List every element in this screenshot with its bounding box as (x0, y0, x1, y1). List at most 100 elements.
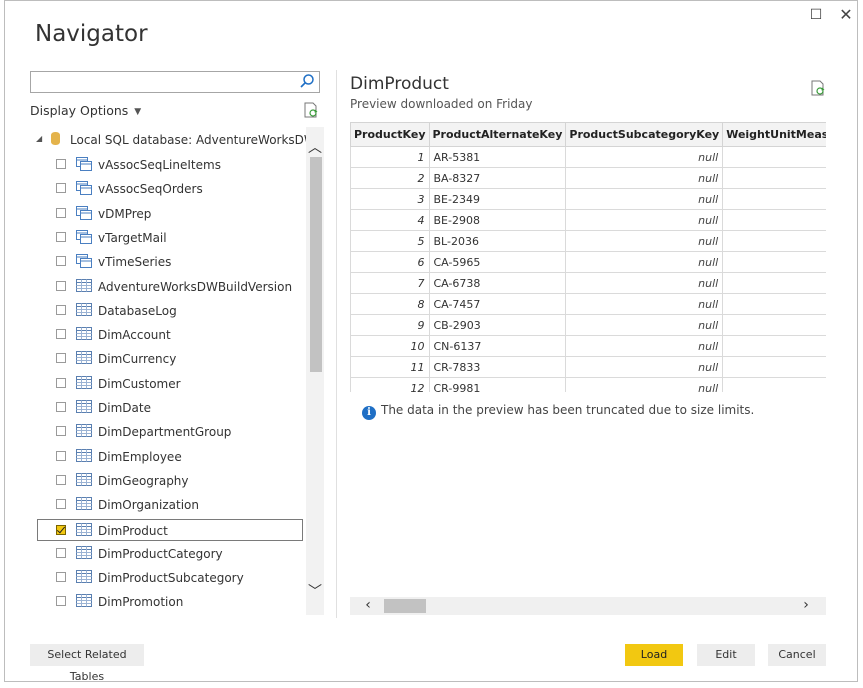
checkbox[interactable] (56, 524, 66, 535)
tree-item[interactable]: vTimeSeries (38, 251, 306, 273)
search-field[interactable] (34, 74, 298, 92)
tree-item-label: vTimeSeries (98, 255, 172, 270)
cancel-button[interactable]: Cancel (768, 644, 826, 666)
preview-hscrollbar[interactable]: ‹ › (350, 597, 826, 615)
preview-table: ProductKey ProductAlternateKey ProductSubc… (350, 122, 826, 392)
table-cell (722, 293, 826, 315)
table-row: 12 CR-9981 null (350, 377, 826, 392)
table-row: 10 CN-6137 null (350, 335, 826, 357)
preview-subtitle: Preview downloaded on Friday (350, 97, 533, 111)
scroll-right-icon[interactable]: › (798, 597, 814, 613)
scroll-up-icon[interactable]: ︿ (306, 137, 324, 157)
scroll-down-icon[interactable]: ﹀ (306, 581, 324, 601)
checkbox[interactable] (56, 353, 66, 364)
checkbox[interactable] (56, 256, 66, 267)
checkbox[interactable] (56, 450, 66, 461)
checkbox[interactable] (56, 402, 66, 412)
table-cell: CB-2903 (428, 314, 567, 336)
tree-item[interactable]: AdventureWorksDWBuildVersion (38, 276, 306, 298)
tree-item-label: DimGeography (98, 473, 189, 488)
tree-item[interactable]: DimOrganization (38, 494, 306, 516)
tree-item[interactable]: DimProduct (37, 518, 303, 541)
maximize-icon[interactable]: ☐ (805, 7, 827, 23)
checkbox[interactable] (56, 329, 66, 340)
table-icon (76, 351, 92, 365)
tree-item[interactable]: vTargetMail (38, 227, 306, 249)
collapse-arrow-icon[interactable]: ◢ (36, 134, 42, 143)
checkbox[interactable] (56, 547, 66, 558)
column-header[interactable]: ProductSubcategoryKey (565, 122, 724, 147)
checkbox[interactable] (56, 426, 66, 437)
tree-item[interactable]: DimAccount (38, 324, 306, 346)
load-button[interactable]: Load (625, 644, 683, 666)
display-options-dropdown[interactable]: Display Options ▼ (30, 103, 141, 118)
table-cell: CR-7833 (428, 356, 567, 378)
refresh-icon[interactable] (304, 102, 318, 118)
view-icon (76, 254, 92, 269)
table-row: 6 CA-5965 null (350, 251, 826, 273)
table-row: 3 BE-2349 null (350, 188, 826, 210)
tree-item[interactable]: vAssocSeqLineItems (38, 154, 306, 176)
checkbox[interactable] (56, 304, 66, 315)
close-icon[interactable]: ✕ (835, 5, 857, 24)
notice-text: The data in the preview has been truncat… (381, 403, 755, 417)
scrollbar-thumb[interactable] (310, 157, 322, 372)
tree-item[interactable]: DimDate (38, 397, 306, 419)
tree-item[interactable]: vAssocSeqOrders (38, 178, 306, 200)
tree-item[interactable]: DimProductCategory (38, 543, 306, 565)
table-cell: BA-8327 (428, 167, 567, 189)
checkbox[interactable] (56, 280, 66, 291)
tree-item[interactable]: DatabaseLog (38, 300, 306, 322)
table-icon (76, 522, 92, 537)
scroll-left-icon[interactable]: ‹ (360, 597, 376, 613)
table-cell: BE-2349 (428, 188, 567, 210)
tree-item[interactable]: DimDepartmentGroup (38, 421, 306, 443)
checkbox[interactable] (56, 499, 66, 510)
search-icon[interactable] (299, 73, 315, 89)
tree-item[interactable]: DimCurrency (38, 348, 306, 370)
tree-item[interactable]: DimPromotion (38, 591, 306, 613)
tree-scrollbar[interactable]: ︿ ﹀ (306, 127, 324, 615)
column-header[interactable]: ProductAlternateKey (428, 122, 567, 147)
tree-item-label: DimAccount (98, 328, 171, 343)
view-icon (76, 205, 92, 220)
tree-item[interactable]: DimProductSubcategory (38, 567, 306, 589)
checkbox[interactable] (56, 596, 66, 607)
pane-divider (336, 70, 337, 618)
checkbox[interactable] (56, 572, 66, 583)
table-cell: 1 (350, 146, 430, 168)
edit-button[interactable]: Edit (697, 644, 755, 666)
checkbox[interactable] (56, 183, 66, 194)
tree-item-label: DimDate (98, 401, 151, 415)
table-cell: null (565, 335, 724, 357)
column-header[interactable]: ProductKey (350, 122, 430, 147)
checkbox[interactable] (56, 159, 66, 169)
table-icon (76, 545, 92, 560)
tree-item-label: DimProduct (98, 523, 168, 538)
table-cell: 5 (350, 230, 430, 252)
column-header[interactable]: WeightUnitMeasureCo (722, 122, 826, 147)
hscrollbar-thumb[interactable] (384, 599, 426, 613)
tree-item[interactable]: DimGeography (38, 470, 306, 492)
table-cell: null (565, 293, 724, 315)
tree-item[interactable]: DimEmployee (38, 446, 306, 468)
select-related-tables-button[interactable]: Select Related Tables (30, 644, 144, 683)
tree-item-label: DimOrganization (98, 498, 199, 513)
refresh-preview-icon[interactable] (811, 80, 825, 96)
checkbox[interactable] (56, 474, 66, 485)
table-cell (722, 251, 826, 273)
table-cell: null (565, 251, 724, 273)
checkbox[interactable] (56, 231, 66, 242)
checkbox[interactable] (56, 207, 66, 218)
search-input[interactable] (30, 71, 320, 93)
table-row: 7 CA-6738 null (350, 272, 826, 294)
table-cell: 3 (350, 188, 430, 210)
database-label: Local SQL database: AdventureWorksDW20..… (70, 133, 306, 147)
tree-item[interactable]: vDMPrep (38, 203, 306, 225)
checkbox[interactable] (56, 377, 66, 388)
tree-item-label: vTargetMail (98, 230, 167, 245)
tree-item[interactable]: DimCustomer (38, 373, 306, 395)
table-cell: CA-5965 (428, 251, 567, 273)
table-cell (722, 356, 826, 378)
table-icon (76, 327, 92, 341)
